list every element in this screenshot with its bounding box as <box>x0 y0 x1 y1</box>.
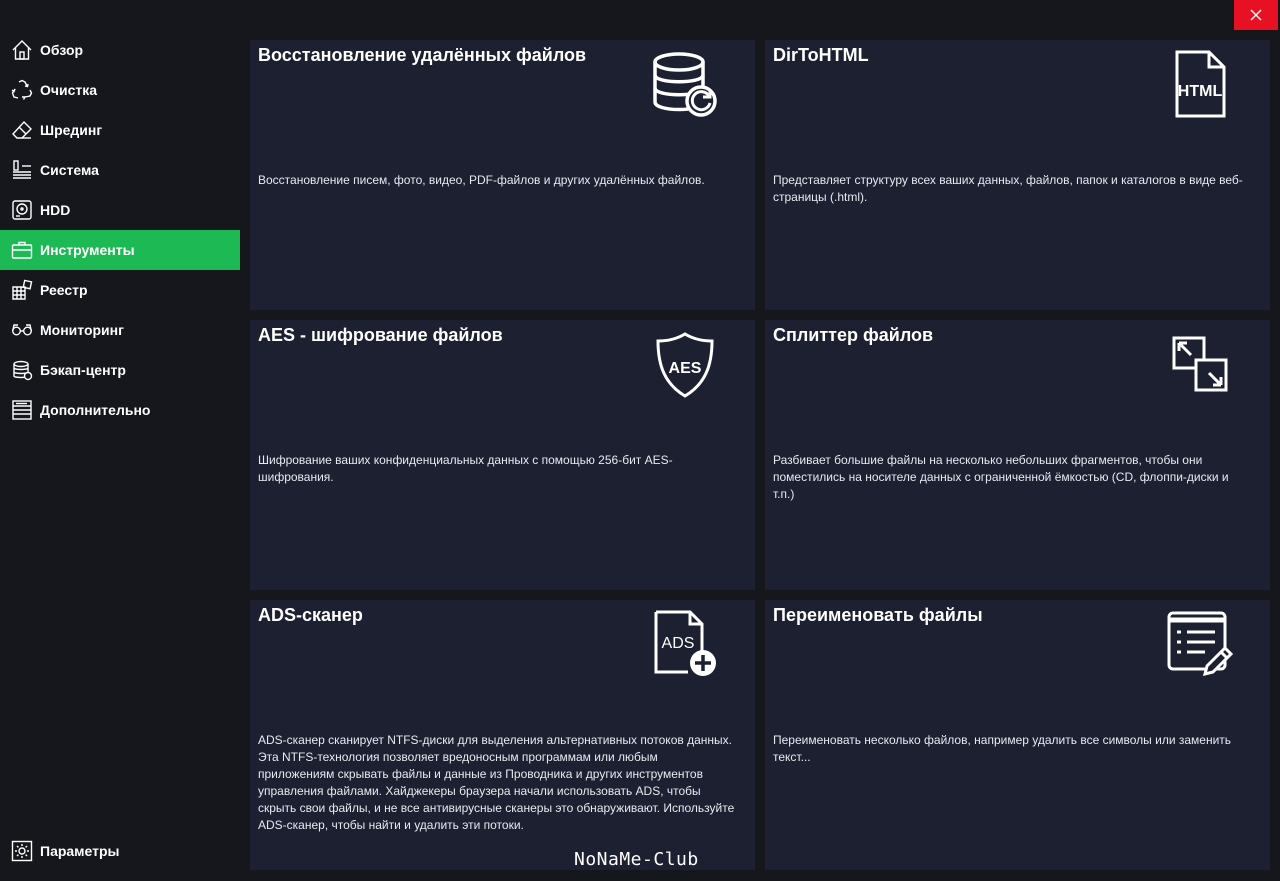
aes-icon-text: AES <box>669 360 702 377</box>
database-restore-icon <box>650 50 720 120</box>
rename-list-icon <box>1165 610 1235 680</box>
sidebar-item-label: Инструменты <box>40 242 135 258</box>
tool-title: ADS-сканер <box>258 605 363 625</box>
sidebar-item-label: Обзор <box>40 42 84 58</box>
list-icon <box>10 398 34 422</box>
sidebar-item-label: Реестр <box>40 282 88 298</box>
recycle-icon <box>10 78 34 102</box>
tool-description: Шифрование ваших конфиденциальных данных… <box>258 453 673 484</box>
sidebar-item-settings[interactable]: Параметры <box>0 831 240 871</box>
ads-file-add-icon: ADS <box>650 610 720 680</box>
sidebar-item-backup[interactable]: Бэкап-центр <box>0 350 240 390</box>
hdd-icon <box>10 198 34 222</box>
sidebar-item-system[interactable]: Система <box>0 150 240 190</box>
close-button[interactable] <box>1234 0 1278 30</box>
sidebar-item-registry[interactable]: Реестр <box>0 270 240 310</box>
html-file-icon: HTML <box>1165 50 1235 120</box>
tool-card-file-recovery[interactable]: Восстановление удалённых файлов Восстано… <box>250 40 755 310</box>
tool-card-rename-files[interactable]: Переименовать файлы Переименовать нескол… <box>765 600 1270 870</box>
system-icon <box>10 158 34 182</box>
sidebar-item-cleanup[interactable]: Очистка <box>0 70 240 110</box>
tool-card-dirtohtml[interactable]: DirToHTML HTML Представляет структуру вс… <box>765 40 1270 310</box>
sidebar-item-label: Бэкап-центр <box>40 362 126 378</box>
split-files-icon <box>1165 330 1235 400</box>
sidebar-item-advanced[interactable]: Дополнительно <box>0 390 240 430</box>
sidebar-item-shredding[interactable]: Шрединг <box>0 110 240 150</box>
sidebar-item-label: Система <box>40 162 99 178</box>
sidebar: Обзор Очистка Шрединг Система HDD Инстру… <box>0 30 240 881</box>
aes-shield-icon: AES <box>650 330 720 400</box>
tool-card-aes-encryption[interactable]: AES - шифрование файлов AES Шифрование в… <box>250 320 755 590</box>
sidebar-item-label: HDD <box>40 202 71 218</box>
sidebar-item-label: Очистка <box>40 82 98 98</box>
tool-card-file-splitter[interactable]: Сплиттер файлов Разбивает большие файлы … <box>765 320 1270 590</box>
sidebar-item-tools[interactable]: Инструменты <box>0 230 240 270</box>
gear-icon <box>10 839 34 863</box>
sidebar-item-overview[interactable]: Обзор <box>0 30 240 70</box>
tool-card-ads-scanner[interactable]: ADS-сканер ADS ADS-сканер сканирует NTFS… <box>250 600 755 870</box>
tool-title: Переименовать файлы <box>773 605 983 625</box>
tool-title: AES - шифрование файлов <box>258 325 503 345</box>
eraser-icon <box>10 118 34 142</box>
tool-description: Представляет структуру всех ваших данных… <box>773 173 1243 204</box>
tool-title: DirToHTML <box>773 45 869 65</box>
watermark: NoNaMe-Club <box>574 849 699 870</box>
eye-icon <box>10 318 34 342</box>
close-icon <box>1250 9 1262 21</box>
sidebar-item-label: Параметры <box>40 843 120 859</box>
sidebar-item-monitoring[interactable]: Мониторинг <box>0 310 240 350</box>
database-icon <box>10 358 34 382</box>
home-icon <box>10 38 34 62</box>
ads-icon-text: ADS <box>662 635 695 652</box>
tool-title: Сплиттер файлов <box>773 325 934 345</box>
tool-description: Разбивает большие файлы на несколько неб… <box>773 453 1229 501</box>
toolbox-icon <box>10 238 34 262</box>
tool-description: Восстановление писем, фото, видео, PDF-ф… <box>258 173 705 187</box>
tool-description: Переименовать несколько файлов, например… <box>773 733 1232 764</box>
sidebar-item-hdd[interactable]: HDD <box>0 190 240 230</box>
sidebar-item-label: Мониторинг <box>40 322 124 338</box>
tools-grid: Восстановление удалённых файлов Восстано… <box>250 40 1270 870</box>
sidebar-item-label: Дополнительно <box>40 402 151 418</box>
html-icon-text: HTML <box>1178 83 1223 100</box>
sidebar-item-label: Шрединг <box>40 122 103 138</box>
tool-description: ADS-сканер сканирует NTFS-диски для выде… <box>258 733 735 832</box>
registry-icon <box>10 278 34 302</box>
tool-title: Восстановление удалённых файлов <box>258 45 587 65</box>
